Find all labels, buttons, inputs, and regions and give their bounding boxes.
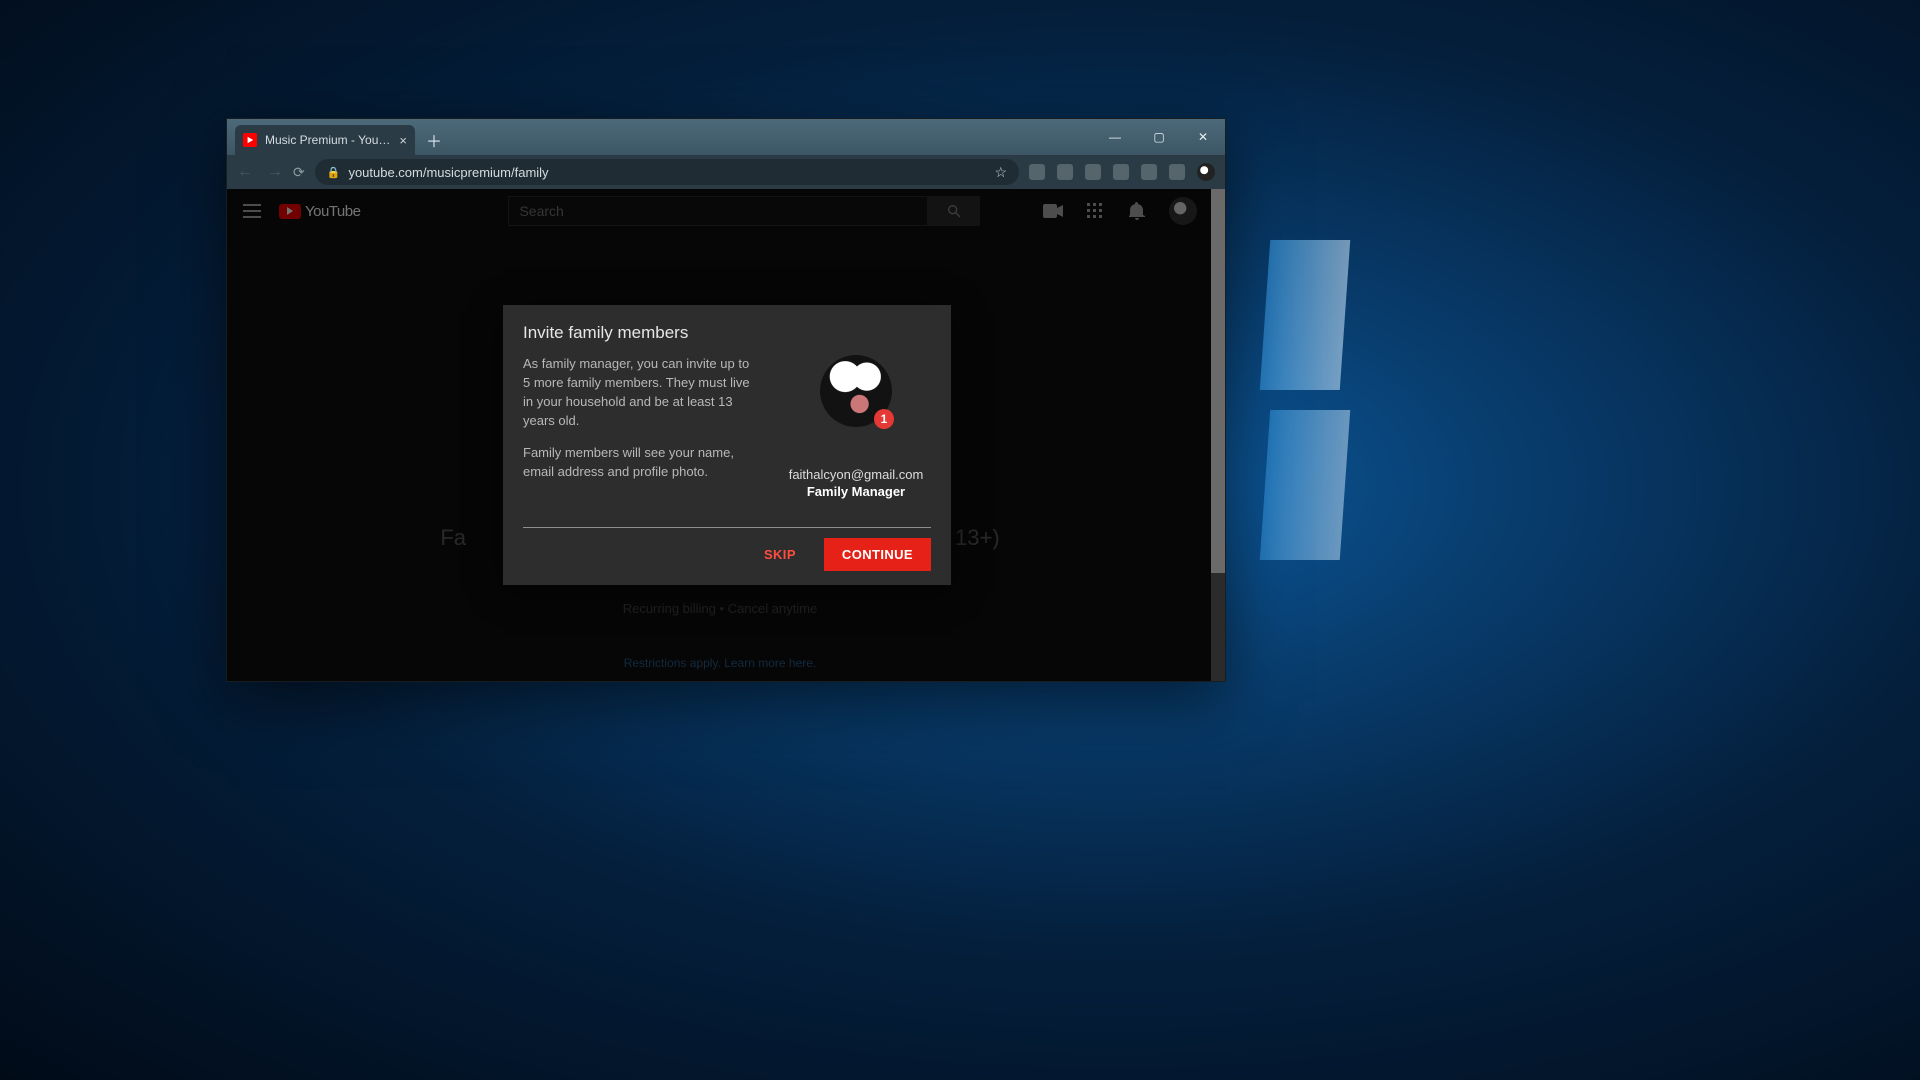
windows-logo-background [1265, 240, 1465, 590]
dialog-separator [523, 527, 931, 528]
extension-icon[interactable] [1113, 164, 1129, 180]
window-minimize-button[interactable]: — [1093, 119, 1137, 155]
extension-icon[interactable] [1057, 164, 1073, 180]
family-manager-email: faithalcyon@gmail.com [781, 467, 931, 482]
scrollbar-thumb[interactable] [1211, 189, 1225, 573]
nav-arrows: ← → [237, 163, 283, 181]
nav-back-icon[interactable]: ← [237, 163, 253, 181]
profile-avatar-icon[interactable] [1197, 163, 1215, 181]
dialog-description: As family manager, you can invite up to … [523, 355, 757, 499]
tab-close-icon[interactable]: × [399, 133, 407, 148]
dialog-paragraph: Family members will see your name, email… [523, 444, 757, 482]
youtube-favicon-icon [243, 133, 257, 147]
dialog-paragraph: As family manager, you can invite up to … [523, 355, 757, 430]
browser-window: Music Premium - YouTube × ＋ — ▢ ✕ ← → ⟳ … [226, 118, 1226, 682]
new-tab-button[interactable]: ＋ [421, 127, 447, 153]
browser-tab[interactable]: Music Premium - YouTube × [235, 125, 415, 155]
continue-button[interactable]: CONTINUE [824, 538, 931, 571]
tab-title: Music Premium - YouTube [265, 133, 391, 147]
window-controls: — ▢ ✕ [1093, 119, 1225, 155]
family-manager-avatar [820, 355, 892, 427]
dialog-actions: SKIP CONTINUE [523, 538, 931, 571]
family-manager-role: Family Manager [781, 484, 931, 499]
url-text: youtube.com/musicpremium/family [348, 165, 548, 180]
dialog-title: Invite family members [523, 323, 931, 343]
window-close-button[interactable]: ✕ [1181, 119, 1225, 155]
extension-icon[interactable] [1169, 164, 1185, 180]
browser-titlebar: Music Premium - YouTube × ＋ — ▢ ✕ [227, 119, 1225, 155]
browser-toolbar: ← → ⟳ 🔒 youtube.com/musicpremium/family … [227, 155, 1225, 189]
extension-icon[interactable] [1029, 164, 1045, 180]
reload-icon[interactable]: ⟳ [293, 164, 305, 181]
address-bar[interactable]: 🔒 youtube.com/musicpremium/family ☆ [315, 159, 1019, 185]
vertical-scrollbar[interactable] [1211, 189, 1225, 681]
dialog-account-info: faithalcyon@gmail.com Family Manager [781, 355, 931, 499]
nav-forward-icon[interactable]: → [267, 163, 283, 181]
extension-icon[interactable] [1141, 164, 1157, 180]
invite-family-dialog: Invite family members As family manager,… [503, 305, 951, 585]
window-maximize-button[interactable]: ▢ [1137, 119, 1181, 155]
page-viewport: YouTube [227, 189, 1225, 681]
bookmark-star-icon[interactable]: ☆ [994, 164, 1007, 181]
skip-button[interactable]: SKIP [752, 539, 808, 570]
lock-icon: 🔒 [327, 166, 341, 179]
extension-icons [1029, 163, 1215, 181]
extension-icon[interactable] [1085, 164, 1101, 180]
